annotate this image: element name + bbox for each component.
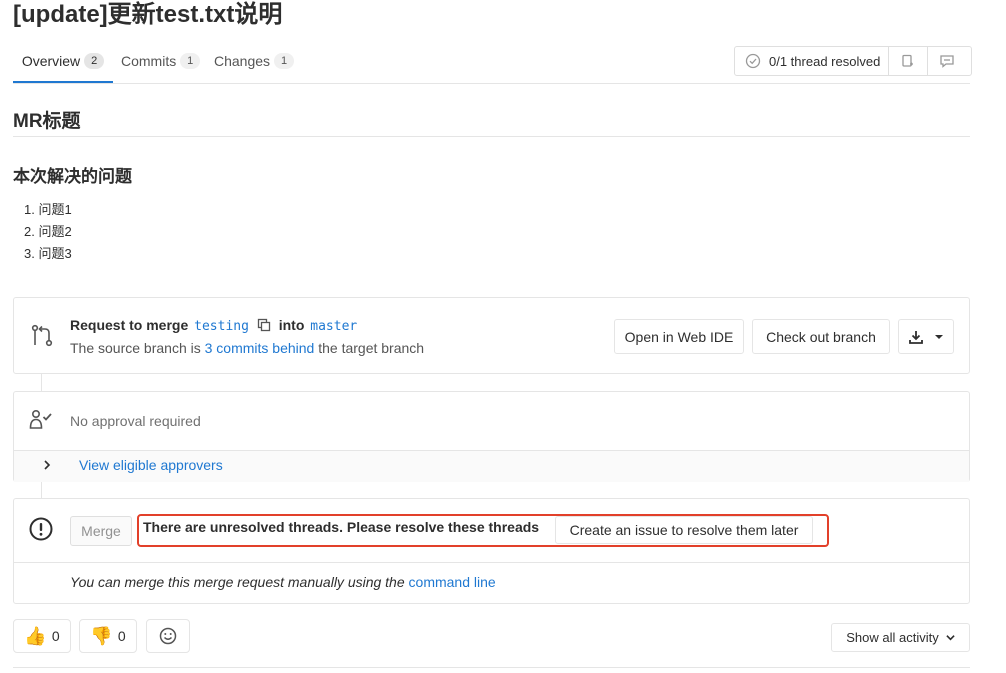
merge-button[interactable]: Merge [70,516,132,546]
smiley-icon [159,627,177,645]
tab-changes-count: 1 [274,53,295,69]
list-item: 1. 问题1 [24,202,72,217]
tab-overview-count: 2 [84,52,105,69]
merge-branches-line: Request to merge testing into master [70,317,357,334]
thread-status: 0/1 thread resolved [735,47,890,75]
tab-changes-label: Changes [214,53,271,69]
bottom-divider [13,667,970,668]
check-circle-icon [745,53,761,69]
caret-down-icon [935,334,943,339]
tab-commits-label: Commits [121,53,177,69]
page-title: [update]更新test.txt说明 [13,1,283,28]
comment-thread-button[interactable] [928,47,966,75]
comment-icon [940,55,954,68]
chevron-down-icon [946,635,955,641]
behind-prefix: The source branch is [70,340,201,356]
download-dropdown-button[interactable] [898,319,954,354]
thumbsdown-count: 0 [117,628,126,644]
tab-overview-label: Overview [21,52,81,69]
tab-changes[interactable]: Changes 1 [214,40,295,82]
command-line-link[interactable]: command line [409,574,496,590]
thread-status-text: 0/1 thread resolved [769,53,881,69]
add-reaction-button[interactable] [146,619,190,653]
merge-request-icon [31,324,53,347]
thumbs-down-icon: 👎 [90,625,113,646]
thread-resolve-box: 0/1 thread resolved [734,46,972,76]
merge-request-prefix: Request to merge [70,317,189,333]
description-heading: MR标题 [13,106,970,137]
widget-connector [41,373,42,391]
manual-merge-hint: You can merge this merge request manuall… [70,574,496,590]
thumbsup-award-button[interactable]: 👍 0 [13,619,71,653]
into-label: into [278,317,305,333]
warning-circle-icon [29,517,53,541]
unresolved-threads-message: There are unresolved threads. Please res… [143,519,540,535]
open-web-ide-button[interactable]: Open in Web IDE [614,319,744,354]
commits-behind-link[interactable]: 3 commits behind [205,340,315,356]
approval-status: No approval required [70,413,201,429]
tab-commits-count: 1 [180,53,201,69]
check-out-branch-button[interactable]: Check out branch [752,319,890,354]
download-icon [909,330,923,344]
description-subheading: 本次解决的问题 [13,167,132,186]
view-eligible-approvers-link[interactable]: View eligible approvers [79,457,223,473]
merge-widget-divider [14,562,969,563]
target-branch-link[interactable]: master [310,319,357,334]
tab-commits[interactable]: Commits 1 [121,40,201,82]
thumbs-up-icon: 👍 [24,625,47,646]
activity-filter-dropdown[interactable]: Show all activity [831,623,970,652]
thumbsup-count: 0 [51,628,60,644]
branch-behind-line: The source branch is 3 commits behind th… [70,340,424,356]
tab-overview[interactable]: Overview 2 [13,40,113,83]
copy-icon[interactable] [257,318,271,332]
list-item: 3. 问题3 [24,246,72,261]
create-issue-button[interactable]: Create an issue to resolve them later [555,516,813,544]
source-branch-link[interactable]: testing [194,319,249,334]
approval-user-check-icon [29,409,52,429]
jump-to-unresolved-thread-button[interactable] [889,47,929,75]
list-item: 2. 问题2 [24,224,72,239]
manual-merge-text: You can merge this merge request manuall… [70,574,405,590]
widget-connector [41,481,42,498]
thumbsdown-award-button[interactable]: 👎 0 [79,619,137,653]
activity-filter-label: Show all activity [846,630,939,645]
chevron-right-icon[interactable] [42,460,52,470]
behind-suffix: the target branch [318,340,425,356]
resolve-thread-icon [902,54,914,67]
issue-list: 1. 问题1 2. 问题2 3. 问题3 [24,199,72,265]
